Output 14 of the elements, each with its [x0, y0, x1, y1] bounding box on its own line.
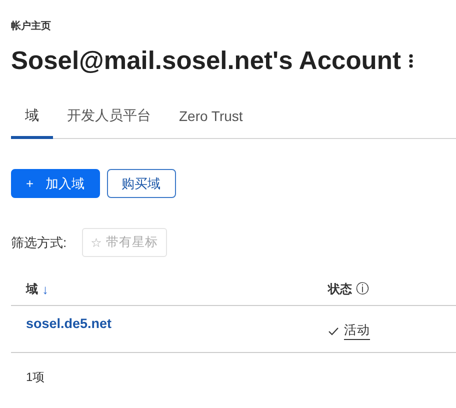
column-header[interactable]: 状态 ⓘ	[328, 280, 441, 298]
filter-label: 筛选方式:	[11, 234, 67, 252]
buy-domain-button[interactable]: 购买域	[106, 169, 176, 198]
breadcrumb: 帐户主页	[11, 20, 52, 34]
item-count: 1项	[26, 369, 46, 386]
status-text[interactable]: 活动	[344, 322, 370, 340]
domain-link[interactable]: sosel.de5.net	[26, 316, 112, 331]
more-options-icon[interactable]	[408, 54, 413, 68]
add-domain-button[interactable]: + 加入域	[11, 169, 100, 198]
page-title: Sosel@mail.sosel.net's Account	[11, 46, 401, 77]
tab[interactable]: Zero Trust	[165, 97, 257, 139]
column-header[interactable]: 域 ↓	[26, 280, 328, 298]
tab[interactable]: 域	[11, 97, 53, 139]
tab[interactable]: 开发人员平台	[53, 97, 165, 139]
